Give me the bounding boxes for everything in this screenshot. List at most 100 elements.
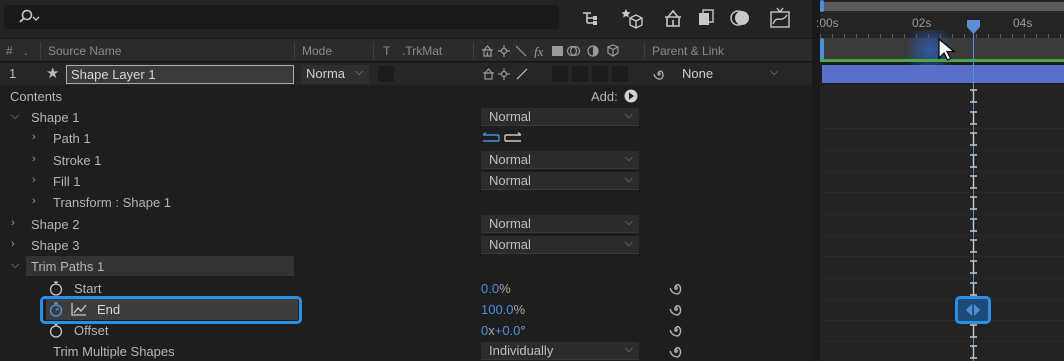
numeric-value[interactable]: 0.0	[481, 281, 499, 296]
work-area-start-handle[interactable]	[820, 0, 824, 12]
ibeam-icon	[970, 239, 977, 253]
layer-switches-icons: fx	[482, 44, 619, 58]
property-label: Offset	[74, 323, 109, 338]
layer-mode-value: Norma	[306, 66, 346, 81]
property-row-fill-1[interactable]: › Fill 1 Normal ⌵	[0, 171, 812, 192]
pick-whip-icon[interactable]	[668, 280, 684, 296]
chevron-right-icon[interactable]: ›	[32, 131, 36, 143]
panel-divider[interactable]	[812, 0, 820, 361]
property-row-transform[interactable]: › Transform : Shape 1	[0, 192, 812, 213]
chevron-right-icon[interactable]: ›	[11, 238, 15, 250]
column-source-name[interactable]: Source Name	[48, 44, 121, 58]
pick-whip-icon[interactable]	[668, 343, 684, 359]
column-t: T	[383, 44, 391, 58]
property-row-shape-1[interactable]: ⌵ Shape 1 Normal ⌵	[0, 107, 812, 128]
layer-name-field[interactable]: Shape Layer 1	[66, 65, 294, 84]
property-label: Start	[74, 281, 102, 296]
property-row-trim-multiple[interactable]: Trim Multiple Shapes Individually ⌵	[0, 341, 812, 361]
ruler-tick-label: 04s	[1013, 16, 1033, 30]
blend-mode-dropdown[interactable]: Normal ⌵	[481, 236, 639, 254]
degrees-value[interactable]: +0.0	[495, 323, 521, 338]
preserve-transparency-toggle[interactable]	[378, 66, 394, 82]
layer-row[interactable]: 1 ★ Shape Layer 1 Norma ⌵ None ⌵	[0, 63, 812, 85]
search-input[interactable]	[4, 5, 559, 29]
property-row-stroke-1[interactable]: › Stroke 1 Normal ⌵	[0, 150, 812, 171]
playhead-handle-icon[interactable]	[967, 20, 980, 34]
switch-slot[interactable]	[552, 66, 568, 82]
chevron-down-icon: ⌵	[624, 237, 633, 249]
keyframe-highlight[interactable]	[955, 296, 991, 324]
property-label: Trim Multiple Shapes	[53, 344, 175, 359]
blend-mode-dropdown[interactable]: Normal ⌵	[481, 151, 639, 169]
column-parent-link[interactable]: Parent & Link	[652, 44, 724, 58]
property-label: Shape 2	[31, 217, 80, 232]
layer-mode-dropdown[interactable]: Norma ⌵	[301, 65, 369, 84]
stopwatch-icon[interactable]	[49, 281, 63, 296]
property-row-shape-2[interactable]: › Shape 2 Normal ⌵	[0, 214, 812, 235]
unit: %	[513, 302, 526, 317]
chevron-down-icon[interactable]: ⌵	[11, 110, 19, 123]
chevron-right-icon[interactable]: ›	[11, 217, 15, 229]
pick-whip-icon[interactable]	[652, 67, 666, 81]
switch-slot[interactable]	[612, 66, 628, 82]
search-icon	[19, 9, 40, 23]
pick-whip-icon[interactable]	[668, 301, 684, 317]
dropdown-value: Individually	[489, 343, 554, 358]
blend-mode-dropdown[interactable]: Normal ⌵	[481, 108, 639, 126]
end-value[interactable]: 100.0%	[481, 302, 525, 317]
ibeam-icon	[970, 175, 977, 189]
unit: %	[499, 281, 511, 296]
parent-dropdown[interactable]: None ⌵	[678, 65, 788, 84]
dropdown-value: Normal	[489, 216, 531, 231]
graph-editor-icon[interactable]	[768, 6, 792, 30]
motion-blur-icon[interactable]	[728, 6, 752, 30]
ibeam-icon	[970, 324, 977, 338]
property-row-trim-paths[interactable]: ⌵ Trim Paths 1	[0, 256, 812, 277]
ibeam-icon	[970, 260, 977, 274]
pick-whip-icon[interactable]	[668, 322, 684, 338]
blend-mode-dropdown[interactable]: Normal ⌵	[481, 172, 639, 190]
draft-3d-icon[interactable]	[620, 6, 644, 30]
start-value[interactable]: 0.0%	[481, 281, 511, 296]
chevron-right-icon[interactable]: ›	[32, 174, 36, 186]
property-row-path-1[interactable]: › Path 1	[0, 128, 812, 149]
comp-mini-flowchart-icon[interactable]	[580, 6, 604, 30]
chevron-down-icon[interactable]: ⌵	[11, 259, 19, 272]
in-point-handle[interactable]	[820, 38, 824, 60]
contents-label: Contents	[10, 89, 63, 104]
dropdown-value: Normal	[489, 173, 531, 188]
chevron-right-icon[interactable]: ›	[32, 153, 36, 165]
work-area-bar[interactable]	[820, 2, 1064, 11]
frame-blending-icon[interactable]	[695, 6, 719, 30]
shy-layers-icon[interactable]	[661, 6, 685, 30]
ruler-tick-label: 02s	[912, 16, 932, 30]
column-header-row: # . Source Name Mode T .TrkMat fx Parent…	[0, 38, 812, 62]
layer-switch-toggles[interactable]	[481, 67, 535, 81]
switch-slot[interactable]	[592, 66, 608, 82]
unit: °	[520, 323, 526, 338]
keyframe-diamond-icon[interactable]	[966, 303, 980, 317]
blend-mode-dropdown[interactable]: Normal ⌵	[481, 215, 639, 233]
chevron-down-icon: ⌵	[624, 173, 633, 185]
trim-multiple-dropdown[interactable]: Individually ⌵	[481, 342, 639, 360]
column-index: #	[6, 44, 13, 58]
chevron-right-icon[interactable]: ›	[32, 195, 36, 207]
ibeam-icon	[970, 154, 977, 168]
switch-slot[interactable]	[572, 66, 588, 82]
chevron-down-icon: ⌵	[624, 343, 633, 355]
column-mode[interactable]: Mode	[302, 44, 332, 58]
layer-duration-bar[interactable]	[822, 65, 1064, 83]
column-trkmat[interactable]: .TrkMat	[402, 44, 442, 58]
dropdown-value: Normal	[489, 152, 531, 167]
path-direction-icons[interactable]	[481, 131, 523, 145]
property-label: Transform : Shape 1	[53, 195, 172, 210]
numeric-value[interactable]: 100.0	[481, 302, 514, 317]
property-label: Path 1	[53, 131, 91, 146]
stopwatch-icon[interactable]	[49, 323, 63, 338]
offset-value[interactable]: 0x+0.0°	[481, 323, 526, 338]
add-menu-button[interactable]	[624, 89, 638, 103]
chevron-down-icon: ⌵	[770, 66, 779, 78]
svg-text:fx: fx	[534, 44, 544, 58]
property-row-shape-3[interactable]: › Shape 3 Normal ⌵	[0, 235, 812, 256]
property-label: Stroke 1	[53, 153, 102, 168]
